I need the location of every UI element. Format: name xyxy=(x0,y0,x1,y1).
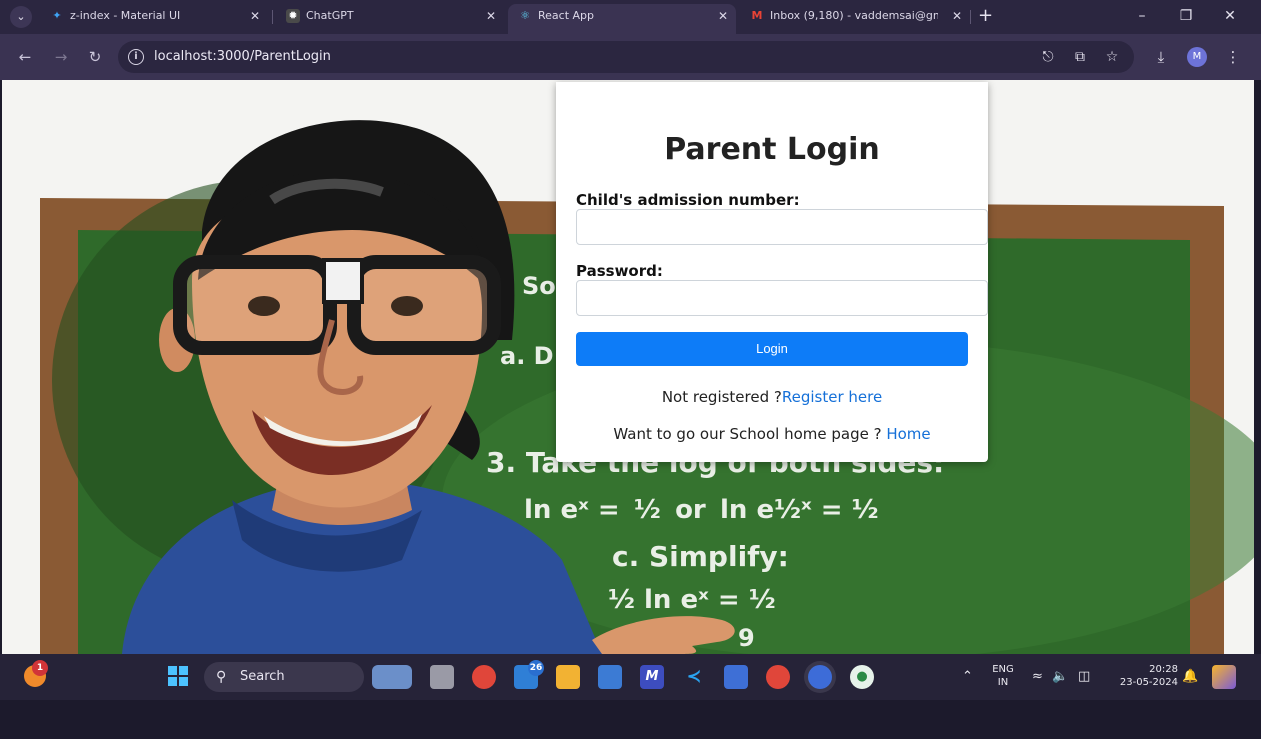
back-arrow-icon[interactable]: ← xyxy=(14,46,36,68)
restore-icon[interactable]: ❐ xyxy=(1166,4,1206,28)
windows-logo-icon xyxy=(168,666,188,686)
chatgpt-icon: ✹ xyxy=(286,9,300,23)
clock-date[interactable]: 23-05-2024 xyxy=(1108,677,1178,689)
mongodb-icon[interactable]: ● xyxy=(850,665,874,689)
home-link[interactable]: Home xyxy=(886,425,930,443)
parent-login-card: Parent Login Child's admission number: P… xyxy=(556,82,988,462)
search-label: Search xyxy=(240,669,285,684)
login-button[interactable]: Login xyxy=(576,332,968,366)
browser-tab-bar: ⌄ ✦ z-index - Material UI ✕ ✹ ChatGPT ✕ … xyxy=(0,0,1261,34)
mail-badge: 26 xyxy=(528,660,544,676)
chrome-icon[interactable] xyxy=(472,665,496,689)
forward-arrow-icon[interactable]: → xyxy=(50,46,72,68)
glasses-tape xyxy=(322,258,364,304)
vscode-icon[interactable]: ≺ xyxy=(682,665,706,689)
reload-icon[interactable]: ↻ xyxy=(84,46,106,68)
install-app-icon[interactable]: ⧉ xyxy=(1070,47,1090,67)
page-title: Parent Login xyxy=(664,132,880,167)
region-indicator[interactable]: IN xyxy=(990,677,1016,689)
close-tab-icon[interactable]: ✕ xyxy=(718,4,728,28)
minimize-icon[interactable]: – xyxy=(1122,4,1162,28)
profile-avatar[interactable]: M xyxy=(1187,47,1207,67)
download-icon[interactable]: ⤓ xyxy=(1151,47,1171,67)
chrome-active-icon[interactable] xyxy=(808,665,832,689)
chevron-up-icon[interactable]: ⌃ xyxy=(962,668,973,686)
tab-label: z-index - Material UI xyxy=(70,9,181,22)
tab-gmail-inbox[interactable]: M Inbox (9,180) - vaddemsai@gm ✕ xyxy=(740,4,970,34)
new-tab-plus-icon[interactable]: + xyxy=(978,5,993,27)
glasses-right-lens xyxy=(347,255,501,355)
tab-chatgpt[interactable]: ✹ ChatGPT ✕ xyxy=(276,4,504,34)
admission-number-input[interactable] xyxy=(576,209,988,245)
search-icon: ⚲ xyxy=(216,669,227,685)
windows-start-icon[interactable] xyxy=(166,665,190,689)
tab-react-app[interactable]: ⚛ React App ✕ xyxy=(508,4,736,34)
tab-label: ChatGPT xyxy=(306,9,354,22)
chrome-profile-icon[interactable] xyxy=(766,665,790,689)
board-text-5: c. Simplify: xyxy=(612,540,789,573)
home-prompt-line: Want to go our School home page ? Home xyxy=(556,425,988,443)
home-prompt-text: Want to go our School home page ? xyxy=(613,425,887,443)
wifi-icon[interactable]: ≈ xyxy=(1032,668,1043,686)
notification-bell-icon[interactable]: 🔔 xyxy=(1182,668,1198,686)
admission-number-label: Child's admission number: xyxy=(576,191,800,209)
desktop-below-screen xyxy=(0,700,1261,739)
tab-material-ui[interactable]: ✦ z-index - Material UI ✕ xyxy=(40,4,268,34)
react-icon: ⚛ xyxy=(520,9,530,22)
board-text-2: a. D xyxy=(500,342,554,370)
file-explorer-icon[interactable] xyxy=(556,665,580,689)
close-tab-icon[interactable]: ✕ xyxy=(952,4,962,28)
store-icon[interactable] xyxy=(598,665,622,689)
material-ui-icon: ✦ xyxy=(52,9,62,22)
tab-search-chevron-icon[interactable]: ⌄ xyxy=(10,6,32,28)
board-text-4: ln eˣ = ½ or ln e½ˣ = ½ xyxy=(524,495,879,525)
task-view-icon[interactable] xyxy=(430,665,454,689)
page-viewport: So a. D 3. Take the log of both sides: l… xyxy=(2,80,1254,654)
copilot-icon[interactable] xyxy=(1212,665,1236,689)
password-input[interactable] xyxy=(576,280,988,316)
password-label: Password: xyxy=(576,262,663,280)
omnibox[interactable]: i localhost:3000/ParentLogin ⎋ ⧉ ☆ xyxy=(118,41,1134,73)
register-prompt-line: Not registered ?Register here xyxy=(556,388,988,406)
notification-badge: 1 xyxy=(32,660,48,676)
widgets-icon[interactable] xyxy=(372,665,412,689)
close-window-icon[interactable]: ✕ xyxy=(1210,4,1250,28)
site-info-icon[interactable]: i xyxy=(128,49,144,65)
board-text-1: So xyxy=(522,272,556,300)
board-text-6: ½ ln eˣ = ½ xyxy=(608,585,776,615)
register-prompt-text: Not registered ? xyxy=(661,388,782,406)
speaker-icon[interactable]: 🔈 xyxy=(1052,668,1068,686)
register-link[interactable]: Register here xyxy=(782,388,882,406)
gmail-icon: M xyxy=(751,9,763,22)
tab-label: Inbox (9,180) - vaddemsai@gm xyxy=(770,9,938,22)
language-indicator[interactable]: ENG xyxy=(990,664,1016,676)
tab-label: React App xyxy=(538,9,595,22)
url-text[interactable]: localhost:3000/ParentLogin xyxy=(154,41,331,73)
notepad-icon[interactable] xyxy=(724,665,748,689)
tab-separator xyxy=(970,10,971,24)
browser-address-bar: ← → ↻ i localhost:3000/ParentLogin ⎋ ⧉ ☆… xyxy=(0,34,1261,80)
windows-taskbar: 1 ⚲ Search 26 M ≺ ● ⌃ ENG IN ≈ 🔈 ◫ 20:28… xyxy=(0,654,1261,700)
password-key-icon[interactable]: ⎋ xyxy=(1038,47,1058,67)
battery-icon[interactable]: ◫ xyxy=(1078,668,1090,686)
bookmark-star-icon[interactable]: ☆ xyxy=(1102,47,1122,67)
visual-studio-icon[interactable]: M xyxy=(640,665,664,689)
taskbar-search[interactable]: ⚲ Search xyxy=(204,662,364,692)
left-eye xyxy=(248,296,280,316)
board-text-7: 9 xyxy=(738,624,755,652)
close-tab-icon[interactable]: ✕ xyxy=(486,4,496,28)
close-tab-icon[interactable]: ✕ xyxy=(250,4,260,28)
right-eye xyxy=(391,296,423,316)
clock-time[interactable]: 20:28 xyxy=(1108,664,1178,676)
tab-separator xyxy=(272,10,273,24)
more-menu-icon[interactable]: ⋮ xyxy=(1223,47,1243,67)
